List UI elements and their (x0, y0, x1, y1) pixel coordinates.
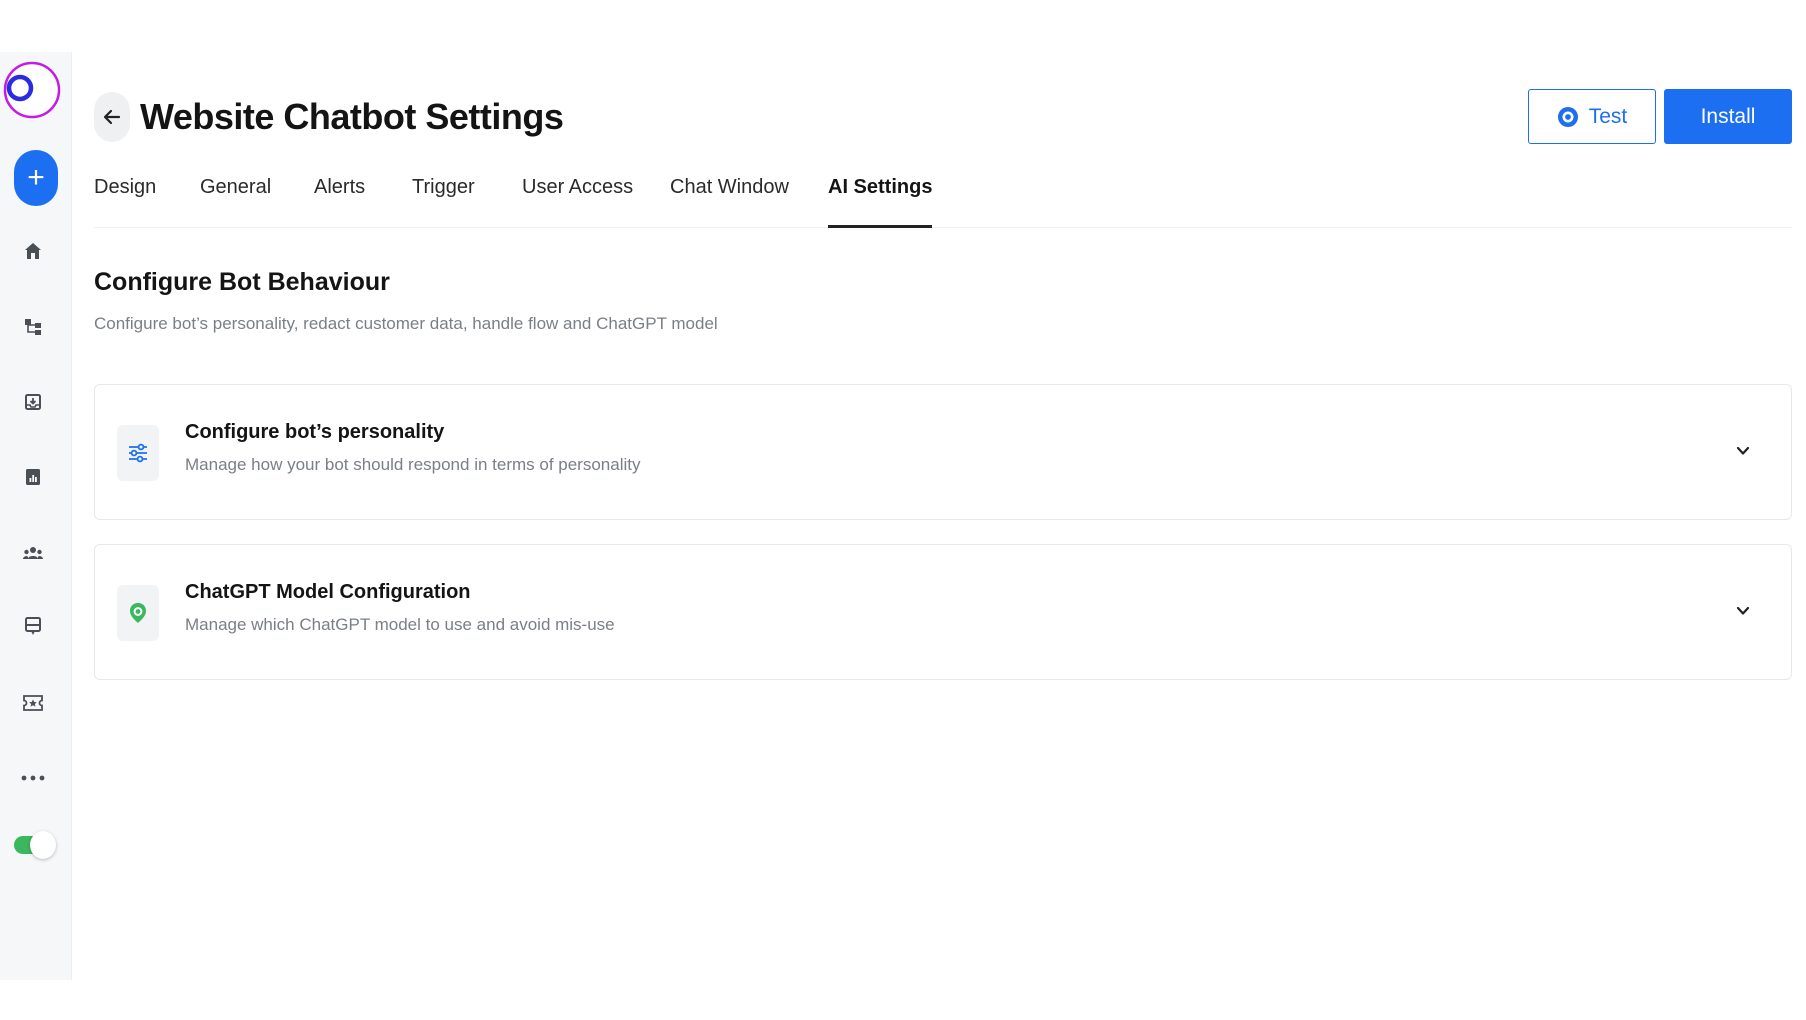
more-icon[interactable] (18, 763, 48, 793)
chevron-down-icon[interactable] (1733, 601, 1753, 621)
tab-user-access[interactable]: User Access (522, 176, 633, 228)
sliders-icon (117, 425, 159, 481)
test-button[interactable]: Test (1528, 89, 1656, 144)
back-button[interactable] (94, 92, 130, 142)
card-title: ChatGPT Model Configuration (185, 581, 471, 603)
home-icon[interactable] (18, 236, 48, 266)
card-title: Configure bot’s personality (185, 421, 445, 443)
card-subtitle: Manage how your bot should respond in te… (185, 455, 641, 474)
page-title: Website Chatbot Settings (140, 96, 564, 137)
flow-icon[interactable] (18, 312, 48, 342)
test-bot-icon (1557, 106, 1578, 127)
tickets-icon[interactable] (18, 688, 48, 718)
tab-general[interactable]: General (200, 176, 271, 228)
tab-design[interactable]: Design (94, 176, 156, 228)
reports-icon[interactable] (18, 462, 48, 492)
personality-card[interactable]: Configure bot’s personality Manage how y… (94, 384, 1792, 520)
settings-page: Website Chatbot Settings Test Install De… (94, 52, 1794, 980)
app-window: + Website Chatbot Settings Test Install … (0, 52, 1806, 980)
tab-alerts[interactable]: Alerts (314, 176, 365, 228)
tab-trigger[interactable]: Trigger (412, 176, 475, 228)
chatbot-icon[interactable] (18, 612, 48, 642)
install-button[interactable]: Install (1664, 89, 1792, 144)
settings-tabs: Design General Alerts Trigger User Acces… (94, 168, 1792, 228)
tab-ai-settings[interactable]: AI Settings (828, 176, 933, 228)
section-title: Configure Bot Behaviour (94, 268, 390, 296)
inbox-icon[interactable] (18, 387, 48, 417)
card-subtitle: Manage which ChatGPT model to use and av… (185, 615, 615, 634)
sidebar: + (0, 52, 72, 980)
plus-icon: + (27, 161, 45, 194)
tab-chat-window[interactable]: Chat Window (670, 176, 789, 228)
arrow-left-icon (103, 109, 121, 125)
install-button-label: Install (1700, 104, 1756, 128)
chatgpt-icon (117, 585, 159, 641)
section-subtitle: Configure bot’s personality, redact cust… (94, 314, 718, 333)
create-new-button[interactable]: + (14, 150, 58, 206)
chevron-down-icon[interactable] (1733, 441, 1753, 461)
chatgpt-model-card[interactable]: ChatGPT Model Configuration Manage which… (94, 544, 1792, 680)
toggle-knob (30, 831, 56, 859)
test-button-label: Test (1588, 104, 1628, 128)
contacts-icon[interactable] (18, 538, 48, 568)
availability-toggle[interactable] (14, 828, 56, 859)
brand-logo-icon[interactable] (2, 60, 62, 120)
